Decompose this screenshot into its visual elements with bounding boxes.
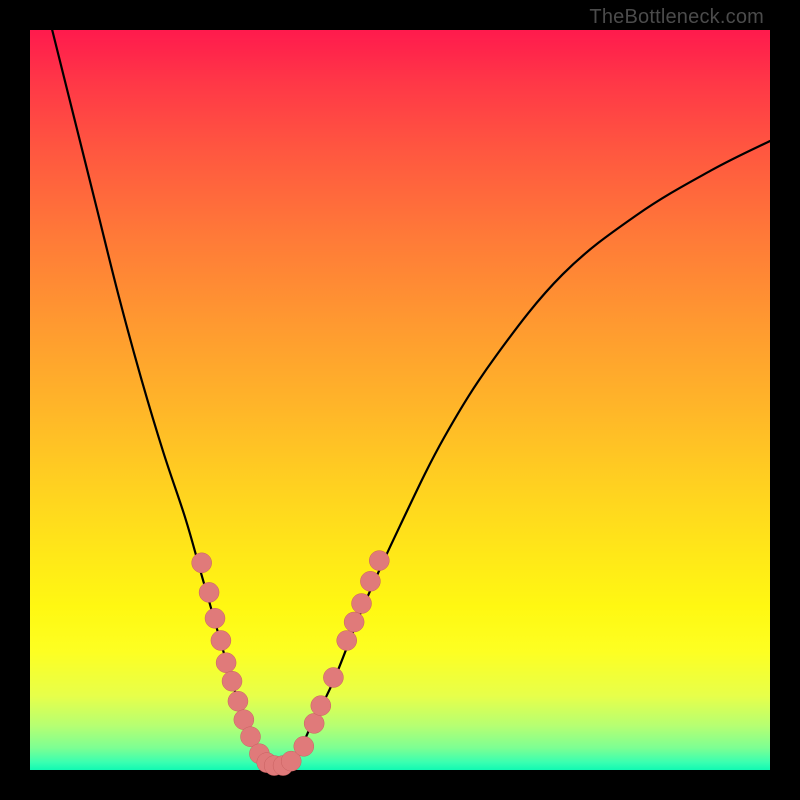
marker-dot	[360, 571, 380, 591]
marker-dot	[323, 668, 343, 688]
marker-dot	[369, 551, 389, 571]
marker-dot	[205, 608, 225, 628]
marker-dot	[211, 631, 231, 651]
marker-dot	[216, 653, 236, 673]
marker-dot	[199, 582, 219, 602]
marker-dot	[352, 594, 372, 614]
chart-frame: TheBottleneck.com	[0, 0, 800, 800]
marker-dot	[337, 631, 357, 651]
marker-dot	[228, 691, 248, 711]
threshold-markers	[192, 551, 390, 776]
watermark-text: TheBottleneck.com	[589, 6, 764, 29]
plot-area	[30, 30, 770, 770]
chart-svg	[30, 30, 770, 770]
marker-dot	[192, 553, 212, 573]
marker-dot	[294, 736, 314, 756]
bottleneck-curve	[52, 30, 770, 768]
marker-dot	[304, 713, 324, 733]
marker-dot	[311, 696, 331, 716]
marker-dot	[222, 671, 242, 691]
marker-dot	[344, 612, 364, 632]
